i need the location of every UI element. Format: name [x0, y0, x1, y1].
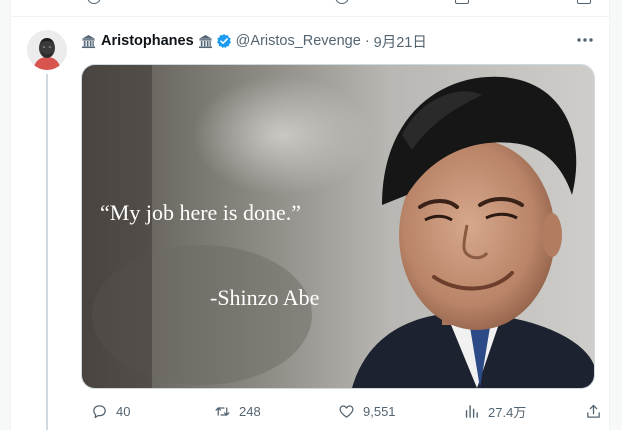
retweet-count: 248	[239, 403, 261, 419]
user-handle[interactable]: @Aristos_Revenge	[236, 33, 361, 49]
tweet-timestamp[interactable]: 9月21日	[374, 31, 427, 52]
quote-attribution: -Shinzo Abe	[210, 285, 319, 310]
reply-icon[interactable]	[87, 0, 101, 4]
tweet-divider	[11, 16, 611, 17]
views-chart-icon	[465, 404, 478, 418]
heart-icon	[339, 404, 354, 418]
share-button[interactable]	[585, 400, 610, 422]
classical-building-icon	[81, 34, 96, 48]
tweet-media-image[interactable]: “My job here is done.” -Shinzo Abe	[81, 64, 595, 389]
like-button[interactable]: 9,551	[338, 400, 396, 422]
views-count: 27.4万	[488, 404, 527, 420]
quote-text: “My job here is done.”	[100, 200, 301, 225]
timeline-column: Aristophanes @Aristos_Revenge · 9月21日 “M…	[10, 0, 611, 430]
reply-icon	[93, 404, 106, 418]
statue-avatar-image	[27, 30, 67, 70]
reply-button[interactable]: 40	[91, 400, 130, 422]
reply-count: 40	[116, 403, 131, 419]
tweet-header: Aristophanes @Aristos_Revenge · 9月21日	[81, 31, 427, 51]
verified-badge-icon[interactable]	[216, 33, 232, 49]
views-button[interactable]: 27.4万	[463, 400, 526, 422]
separator-dot: ·	[364, 33, 370, 49]
classical-building-icon	[198, 34, 212, 48]
share-icon	[587, 404, 600, 418]
thread-connector-line	[46, 74, 48, 430]
more-options-icon[interactable]	[575, 33, 595, 47]
avatar[interactable]	[27, 30, 67, 70]
display-name[interactable]: Aristophanes	[101, 33, 194, 49]
previous-tweet-actions	[11, 0, 611, 8]
like-count: 9,551	[363, 403, 396, 419]
retweet-icon	[215, 406, 230, 416]
share-icon[interactable]	[577, 0, 591, 4]
like-icon[interactable]	[335, 0, 349, 4]
tweet-actions: 40 248 9,551 27.4万	[81, 400, 600, 422]
quote-meme-image: “My job here is done.” -Shinzo Abe	[82, 65, 594, 388]
retweet-button[interactable]: 248	[214, 400, 261, 422]
views-icon[interactable]	[455, 0, 469, 4]
